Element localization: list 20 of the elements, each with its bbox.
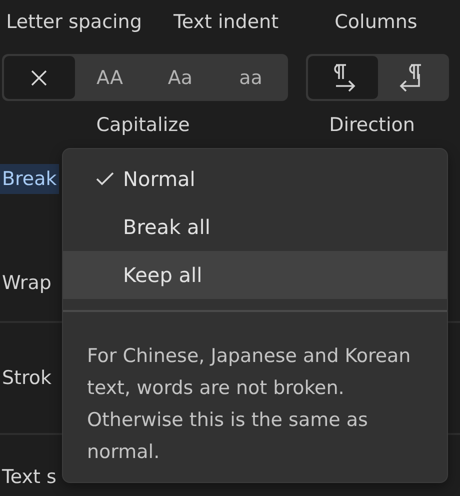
check-icon [95, 171, 115, 187]
none-option[interactable] [4, 56, 74, 99]
group-caption: Capitalize [95, 114, 191, 136]
property-label: Break [0, 164, 59, 194]
case-option[interactable]: AA [74, 56, 145, 99]
property-label: Letter spacing [5, 11, 143, 33]
menu-item[interactable]: Keep all [63, 251, 447, 299]
close-icon [29, 68, 50, 88]
case-option[interactable]: Aa [145, 56, 216, 99]
menu-item[interactable]: Normal [63, 155, 447, 203]
property-label: Text indent [172, 11, 280, 33]
menu-item[interactable]: Break all [63, 203, 447, 251]
property-label: Columns [334, 11, 418, 33]
option-description: For Chinese, Japanese and Korean text, words are not broken. Otherwise this is the same as normal. [87, 344, 412, 465]
property-label: Wrap [1, 271, 52, 296]
left-to-right-option[interactable] [308, 56, 378, 99]
property-label: Text s [1, 465, 58, 490]
group-caption: Direction [328, 114, 416, 136]
case-option[interactable]: aa [216, 56, 286, 99]
property-label: Strok [1, 366, 53, 391]
